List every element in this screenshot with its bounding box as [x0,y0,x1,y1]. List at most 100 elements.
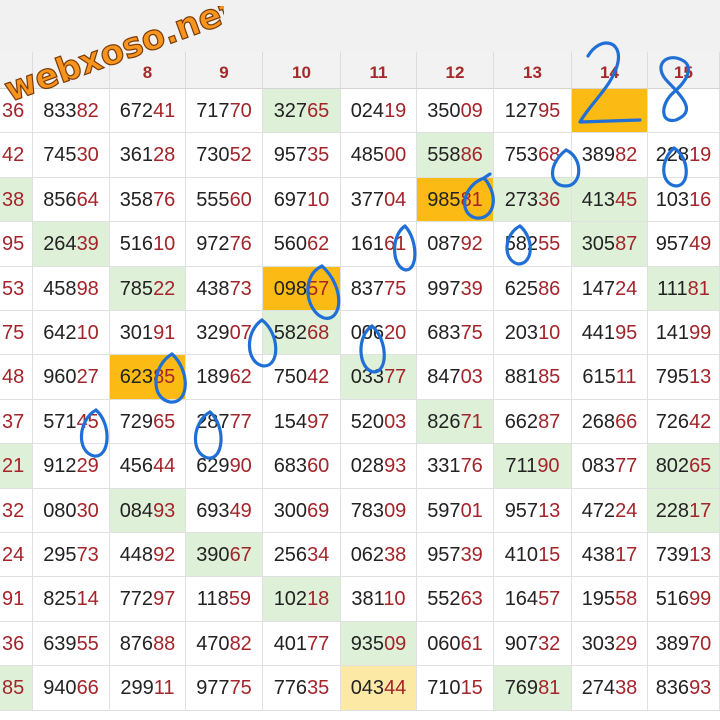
column-header-1 [33,52,110,89]
result-cell: 76981 [494,666,572,711]
result-cell: 77297 [110,577,186,622]
result-cell: 68360 [263,444,341,489]
result-cell: 36 [0,621,33,667]
result-cell: 93509 [341,621,417,667]
result-cell: 14199 [648,311,720,356]
result-cell: 36 [0,89,33,134]
result-cell: 95739 [417,533,494,578]
result-cell: 08030 [33,488,110,533]
result-cell: 41345 [572,177,648,223]
column-header-6: 12 [417,52,494,89]
result-cell: 55886 [417,133,494,178]
result-cell: 55560 [186,177,263,223]
result-cell: 36128 [110,133,186,178]
column-header-3: 9 [186,52,263,89]
result-cell: 45898 [33,266,110,311]
result-cell: 26866 [572,399,648,445]
result-cell: 15497 [263,399,341,445]
result-cell: 95749 [648,222,720,267]
result-cell: 38 [0,177,33,223]
result-cell: 83693 [648,666,720,711]
result-cell: 06238 [341,533,417,578]
result-cell: 78309 [341,488,417,533]
result-cell: 38110 [341,577,417,622]
result-cell: 16161 [341,222,417,267]
result-cell: 30069 [263,488,341,533]
result-cell: 10218 [263,577,341,622]
result-cell: 40177 [263,621,341,667]
result-cell: 87688 [110,621,186,667]
result-cell: 19558 [572,577,648,622]
result-cell: 69710 [263,177,341,223]
result-cell: 16457 [494,577,572,622]
result-cell: 26439 [33,222,110,267]
result-cell: 37 [0,399,33,445]
result-cell: 68375 [417,311,494,356]
result-cell: 37704 [341,177,417,223]
result-cell: 77635 [263,666,341,711]
result-cell: 48 [0,355,33,400]
result-cell: 85664 [33,177,110,223]
result-cell: 83775 [341,266,417,311]
result-cell: 71770 [186,89,263,134]
column-header-9: 15 [648,52,720,89]
result-cell: 03377 [341,355,417,400]
result-cell: 02893 [341,444,417,489]
result-cell: 06061 [417,621,494,667]
result-cell: 99739 [417,266,494,311]
result-cell: 97775 [186,666,263,711]
result-cell: 21 [0,444,33,489]
result-cell: 45644 [110,444,186,489]
result-cell: 71190 [494,444,572,489]
result-cell: 95735 [263,133,341,178]
result-cell: 57145 [33,399,110,445]
result-cell: 04344 [341,666,417,711]
result-cell: 28777 [186,399,263,445]
result-cell: 95 [0,222,33,267]
result-cell: 83382 [33,89,110,134]
result-cell: 29573 [33,533,110,578]
result-cell: 62385 [110,355,186,400]
column-header-0 [0,52,33,89]
result-cell: 72642 [648,399,720,445]
result-cell: 32907 [186,311,263,356]
result-cell: 97276 [186,222,263,267]
result-cell: 32 [0,488,33,533]
result-cell: 73913 [648,533,720,578]
result-cell: 18962 [186,355,263,400]
column-header-5: 11 [341,52,417,89]
result-cell: 02419 [341,89,417,134]
result-cell: 08493 [110,488,186,533]
lottery-results-table: 8 9 10 11 12 13 14 15 36 83382 67241 71770 32765 0241… [0,52,720,720]
result-cell: 62990 [186,444,263,489]
result-cell: 35876 [110,177,186,223]
result-cell: 98581 [417,177,494,223]
result-cell: 69349 [186,488,263,533]
result-cell: 30587 [572,222,648,267]
result-cell: 75 [0,311,33,356]
result-cell: 22817 [648,488,720,533]
result-cell: 67241 [110,89,186,134]
result-cell: 42 [0,133,33,178]
result-cell: 11859 [186,577,263,622]
top-bar [0,0,720,53]
result-cell: 66287 [494,399,572,445]
result-cell: 43873 [186,266,263,311]
result-cell: 47224 [572,488,648,533]
result-cell: 09857 [263,266,341,311]
column-header-4: 10 [263,52,341,89]
result-cell: 56062 [263,222,341,267]
result-cell: 41015 [494,533,572,578]
result-cell: 51610 [110,222,186,267]
result-cell: 44892 [110,533,186,578]
result-cell: 35009 [417,89,494,134]
result-cell: 91229 [33,444,110,489]
result-cell: 64210 [33,311,110,356]
result-cell: 82671 [417,399,494,445]
result-cell: 10316 [648,177,720,223]
result-cell: 39067 [186,533,263,578]
result-cell: 71015 [417,666,494,711]
result-cell: 84703 [417,355,494,400]
result-cell: 43817 [572,533,648,578]
result-cell: 85 [0,666,33,711]
